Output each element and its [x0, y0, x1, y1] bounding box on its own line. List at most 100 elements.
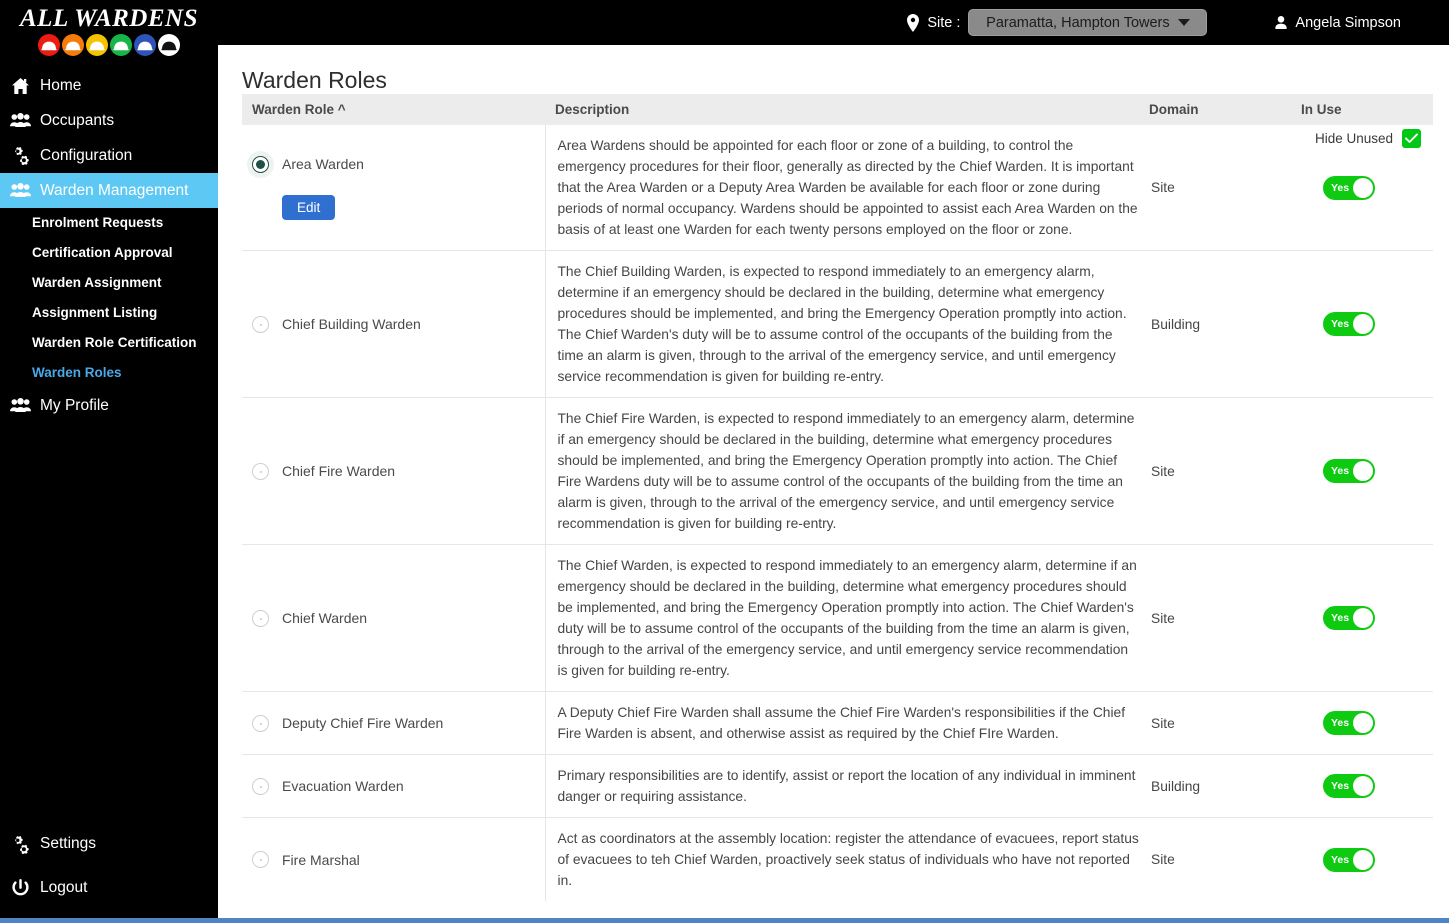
- column-header-role-label: Warden Role: [252, 102, 335, 117]
- role-description: The Chief Building Warden, is expected t…: [544, 250, 1139, 398]
- role-domain: Site: [1139, 397, 1291, 545]
- role-name: Area Warden: [282, 156, 364, 172]
- in-use-toggle[interactable]: Yes: [1323, 606, 1375, 630]
- sidebar-item-label: Occupants: [40, 111, 115, 129]
- table-row[interactable]: Fire Marshal Act as coordinators at the a…: [242, 817, 1433, 901]
- role-name: Chief Warden: [282, 610, 368, 626]
- column-header-in-use[interactable]: In Use: [1291, 94, 1433, 125]
- sidebar-item-label: Logout: [40, 879, 88, 896]
- table-row[interactable]: Chief Fire Warden The Chief Fire Warden, …: [242, 397, 1433, 545]
- toggle-knob: [1353, 608, 1373, 628]
- hide-unused-control[interactable]: Hide Unused: [1315, 129, 1421, 148]
- in-use-toggle[interactable]: Yes: [1323, 774, 1375, 798]
- role-name: Chief Fire Warden: [282, 463, 396, 479]
- role-radio[interactable]: [252, 462, 269, 480]
- sidebar-nav: Home Occupants Configuration Warden Managem…: [0, 68, 218, 423]
- role-cell: Chief Warden: [242, 544, 545, 692]
- table-header-row: Warden Role ^ Description Domain In Use: [242, 94, 1433, 125]
- role-cell: Chief Building Warden: [242, 250, 545, 398]
- in-use-toggle[interactable]: Yes: [1323, 312, 1375, 336]
- table-row[interactable]: Evacuation Warden Primary responsibilitie…: [242, 754, 1433, 818]
- brand: ALL WARDENS: [0, 0, 218, 56]
- sidebar-subitem-warden-assignment[interactable]: Warden Assignment: [0, 268, 218, 298]
- sidebar-nav-bottom: Settings Logout: [0, 822, 218, 910]
- in-use-toggle[interactable]: Yes: [1323, 175, 1375, 200]
- role-radio[interactable]: [252, 155, 269, 173]
- table-row[interactable]: Chief Warden The Chief Warden, is expecte…: [242, 544, 1433, 692]
- table-row[interactable]: Chief Building Warden The Chief Building …: [242, 250, 1433, 398]
- in-use-cell: Yes: [1291, 754, 1433, 818]
- role-domain: Building: [1139, 754, 1291, 818]
- in-use-toggle-label: Yes: [1331, 612, 1350, 624]
- helmet-logo-3: [86, 34, 108, 56]
- sidebar-subitem-certification-approval[interactable]: Certification Approval: [0, 238, 218, 268]
- helmet-logo-row: [0, 34, 218, 56]
- role-domain: Site: [1139, 691, 1291, 755]
- site-select[interactable]: Paramatta, Hampton Towers: [968, 9, 1208, 36]
- role-domain: Site: [1151, 180, 1175, 195]
- column-header-role[interactable]: Warden Role ^: [242, 94, 545, 125]
- column-header-domain[interactable]: Domain: [1139, 94, 1291, 125]
- role-radio[interactable]: [252, 315, 269, 333]
- edit-button[interactable]: Edit: [282, 194, 336, 220]
- helmet-logo-1: [38, 34, 60, 56]
- table-body: Area Warden Edit Area Wardens should be ap…: [242, 125, 1433, 901]
- sidebar-item-my-profile[interactable]: My Profile: [0, 388, 218, 423]
- role-radio[interactable]: [252, 714, 269, 732]
- in-use-toggle[interactable]: Yes: [1323, 711, 1375, 735]
- user-icon: [1273, 15, 1289, 31]
- role-cell: Area Warden Edit: [242, 125, 545, 251]
- sidebar-item-settings[interactable]: Settings: [0, 822, 218, 866]
- in-use-toggle-label: Yes: [1331, 181, 1350, 194]
- gears-icon: [6, 835, 34, 854]
- role-description: Act as coordinators at the assembly loca…: [544, 817, 1139, 901]
- brand-title: ALL WARDENS: [20, 5, 198, 32]
- role-description: Area Wardens should be appointed for eac…: [544, 125, 1139, 251]
- role-name: Chief Building Warden: [282, 316, 421, 332]
- sidebar-subitem-warden-role-certification[interactable]: Warden Role Certification: [0, 328, 218, 358]
- role-description: The Chief Fire Warden, is expected to re…: [544, 397, 1139, 545]
- role-cell: Evacuation Warden: [242, 754, 545, 818]
- in-use-toggle-label: Yes: [1331, 318, 1350, 330]
- role-radio[interactable]: [252, 609, 269, 627]
- toggle-knob: [1353, 713, 1373, 733]
- sidebar-item-label: Warden Management: [40, 181, 189, 199]
- helmet-icon: [89, 41, 105, 51]
- role-radio[interactable]: [252, 851, 269, 868]
- in-use-toggle-label: Yes: [1331, 780, 1350, 792]
- role-cell: Chief Fire Warden: [242, 397, 545, 545]
- table-row[interactable]: Area Warden Edit Area Wardens should be ap…: [242, 125, 1433, 251]
- in-use-toggle[interactable]: Yes: [1323, 847, 1375, 872]
- sidebar-item-home[interactable]: Home: [0, 68, 218, 103]
- in-use-toggle[interactable]: Yes: [1323, 459, 1375, 483]
- toggle-knob: [1353, 849, 1373, 870]
- user-menu[interactable]: Angela Simpson: [1273, 15, 1401, 31]
- toggle-knob: [1353, 314, 1373, 334]
- sidebar-subitem-assignment-listing[interactable]: Assignment Listing: [0, 298, 218, 328]
- role-description: A Deputy Chief Fire Warden shall assume …: [544, 691, 1139, 755]
- table-row[interactable]: Deputy Chief Fire Warden A Deputy Chief F…: [242, 691, 1433, 755]
- in-use-toggle-label: Yes: [1331, 717, 1350, 729]
- table-header: Warden Role ^ Description Domain In Use: [242, 94, 1433, 125]
- role-cell: Deputy Chief Fire Warden: [242, 691, 545, 755]
- sidebar-subitem-warden-roles[interactable]: Warden Roles: [0, 358, 218, 388]
- hide-unused-checkbox[interactable]: [1402, 129, 1421, 148]
- helmet-icon: [137, 41, 153, 51]
- role-radio[interactable]: [252, 777, 269, 795]
- role-cell: Fire Marshal: [242, 817, 545, 901]
- people-icon: [6, 183, 34, 198]
- role-name: Fire Marshal: [282, 851, 360, 868]
- in-use-cell: Yes: [1291, 817, 1433, 901]
- sidebar-item-warden-management[interactable]: Warden Management: [0, 173, 218, 208]
- bottom-accent-strip: [0, 918, 1449, 923]
- sidebar-item-configuration[interactable]: Configuration: [0, 138, 218, 173]
- sidebar-item-occupants[interactable]: Occupants: [0, 103, 218, 138]
- hide-unused-label: Hide Unused: [1314, 131, 1393, 146]
- sidebar-subitem-enrolment-requests[interactable]: Enrolment Requests: [0, 208, 218, 238]
- column-header-description[interactable]: Description: [545, 94, 1139, 125]
- chevron-down-icon: [1177, 19, 1190, 26]
- role-description: Primary responsibilities are to identify…: [544, 754, 1139, 818]
- role-domain: Building: [1139, 250, 1291, 398]
- sidebar-item-logout[interactable]: Logout: [0, 866, 218, 910]
- sidebar-item-label: Settings: [40, 835, 97, 852]
